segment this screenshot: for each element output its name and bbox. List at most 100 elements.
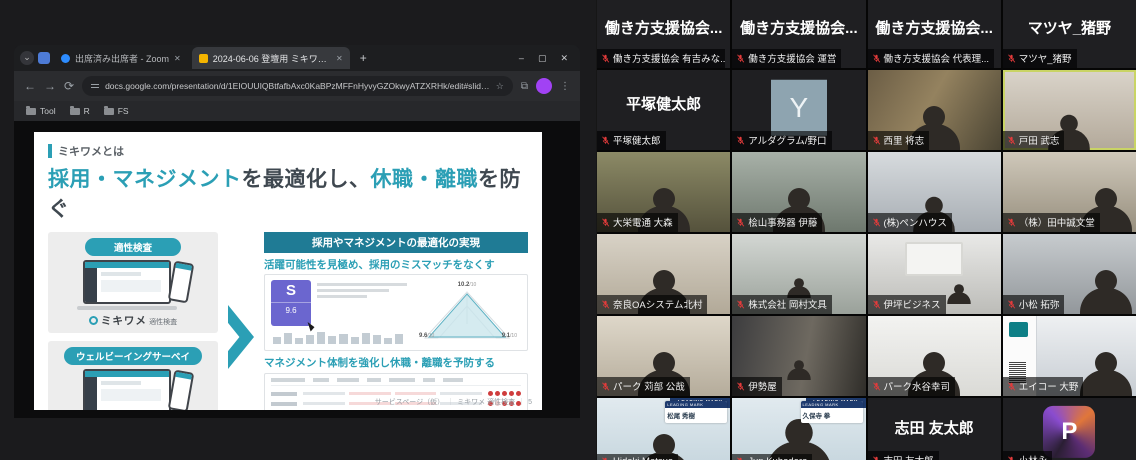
participant-name-label: (株)ペンハウス <box>868 213 952 232</box>
close-button[interactable]: ✕ <box>560 53 568 64</box>
participant-name-label: 戸田 武志 <box>1003 131 1065 150</box>
participant-name-label: Hideki Matsuo <box>597 454 678 460</box>
site-settings-icon[interactable] <box>91 82 99 90</box>
profile-avatar[interactable] <box>536 78 552 94</box>
muted-mic-icon <box>872 382 881 391</box>
person-silhouette <box>947 285 970 305</box>
assessment-screenshot: S 9.6 <box>264 274 528 351</box>
wellbeing-survey-card: ウェルビーイングサーベイ ミキワメ ウェルビーイングサーベイ <box>48 341 218 410</box>
extensions-icon[interactable]: ⧉ <box>521 81 528 92</box>
muted-mic-icon <box>1007 136 1016 145</box>
participant-tile[interactable]: 西里 将志 <box>868 70 1001 150</box>
bookmark-star-icon[interactable]: ☆ <box>496 81 504 92</box>
participant-name-label: Jun Kubodera <box>732 454 812 460</box>
new-tab-button[interactable]: + <box>354 51 373 65</box>
muted-mic-icon <box>1007 300 1016 309</box>
participant-tile[interactable]: 志田 友太郎志田 友太郎 <box>868 398 1001 460</box>
screen-share-region: ⌄ 出席済み出席者 - Zoom ✕ 2024-06-06 登壇用 ミキワメサー… <box>0 0 596 460</box>
participant-name-label: 働き方支援協会 運営 <box>732 49 841 68</box>
participant-name-label: （株）田中誠文堂 <box>1003 213 1100 232</box>
laptop-mockup <box>77 369 189 410</box>
aptitude-test-card: 適性検査 ミキワメ 適性検査 <box>48 232 218 333</box>
bookmark-folder-fs[interactable]: FS <box>104 106 129 116</box>
kicker-accent-bar <box>48 144 52 158</box>
participant-name-label: 働き方支援協会 代表理... <box>868 49 995 68</box>
slide-kicker: ミキワメとは <box>58 143 124 159</box>
optimization-header: 採用やマネジメントの最適化の実現 <box>264 232 528 253</box>
participant-display-name: 働き方支援協会... <box>732 0 865 54</box>
muted-mic-icon <box>872 300 881 309</box>
tab-title: 2024-06-06 登壇用 ミキワメサービ <box>213 52 331 65</box>
participant-tile[interactable]: 戸田 武志 <box>1003 70 1136 150</box>
address-bar[interactable]: docs.google.com/presentation/d/1EIOUUIQB… <box>82 76 513 96</box>
muted-mic-icon <box>1007 456 1016 460</box>
forward-icon[interactable]: → <box>44 79 56 93</box>
muted-mic-icon <box>1007 54 1016 63</box>
muted-mic-icon <box>872 136 881 145</box>
subtitle-management: マネジメント体制を強化し休職・離職を予防する <box>264 355 528 370</box>
participant-tile[interactable]: 働き方支援協会...働き方支援協会 運営 <box>732 0 865 68</box>
browser-toolbar: ← → ⟳ docs.google.com/presentation/d/1EI… <box>14 71 580 101</box>
muted-mic-icon <box>736 382 745 391</box>
participant-tile[interactable]: Yアルダグラム/野口 <box>732 70 865 150</box>
wellbeing-survey-pill: ウェルビーイングサーベイ <box>64 347 202 365</box>
tab-close-icon[interactable]: ✕ <box>174 54 181 63</box>
virtual-nameplate: LEADING MARK松尾 秀樹 <box>665 401 727 423</box>
subtitle-hiring: 活躍可能性を見極め、採用のミスマッチをなくす <box>264 257 528 272</box>
participant-tile[interactable]: エイコー 大野 <box>1003 316 1136 396</box>
browser-menu-icon[interactable]: ⋮ <box>560 81 570 92</box>
tab-zoom-attendees[interactable]: 出席済み出席者 - Zoom ✕ <box>54 48 188 68</box>
participant-tile[interactable]: 平塚健太郎平塚健太郎 <box>597 70 730 150</box>
participant-name-label: 西里 将志 <box>868 131 930 150</box>
tab-close-icon[interactable]: ✕ <box>336 54 343 63</box>
tab-google-slides[interactable]: 2024-06-06 登壇用 ミキワメサービ ✕ <box>192 47 350 69</box>
participant-tile[interactable]: LEADING MARKLEADING MARK松尾 秀樹Hideki Mats… <box>597 398 730 460</box>
presentation-slide: ミキワメとは 採用・マネジメントを最適化し、休職・離職を防ぐ 適性検査 <box>34 132 542 410</box>
muted-mic-icon <box>872 54 881 63</box>
survey-row <box>271 391 521 396</box>
participant-tile[interactable]: 伊勢屋 <box>732 316 865 396</box>
participant-name-label: 小林永 <box>1003 451 1053 460</box>
participant-tile[interactable]: マツヤ_猪野マツヤ_猪野 <box>1003 0 1136 68</box>
virtual-nameplate: LEADING MARK久保寺 拳 <box>801 401 863 423</box>
letter-avatar: Y <box>771 80 827 136</box>
participant-tile[interactable]: 小松 拓弥 <box>1003 234 1136 314</box>
participant-tile[interactable]: パーク水谷幸司 <box>868 316 1001 396</box>
person-silhouette <box>787 360 810 380</box>
participant-tile[interactable]: 大栄電通 大森 <box>597 152 730 232</box>
participant-tile[interactable]: 働き方支援協会...働き方支援協会 代表理... <box>868 0 1001 68</box>
participant-tile[interactable]: 働き方支援協会...働き方支援協会 有吉みな... <box>597 0 730 68</box>
participant-tile[interactable]: 伊坪ビジネス <box>868 234 1001 314</box>
laptop-mockup <box>77 260 189 312</box>
participant-tile[interactable]: P小林永 <box>1003 398 1136 460</box>
person-silhouette <box>1080 270 1132 314</box>
muted-mic-icon <box>1007 382 1016 391</box>
rank-card: S 9.6 <box>271 280 311 326</box>
participant-name-label: アルダグラム/野口 <box>732 131 831 150</box>
participant-tile[interactable]: 株式会社 岡村文具 <box>732 234 865 314</box>
minimize-button[interactable]: – <box>519 53 524 64</box>
bookmark-folder-tool[interactable]: Tool <box>26 106 56 116</box>
pinned-tab-icon[interactable] <box>38 52 50 64</box>
participant-tile[interactable]: （株）田中誠文堂 <box>1003 152 1136 232</box>
participant-name-label: マツヤ_猪野 <box>1003 49 1077 68</box>
radar-chart: 10.2/10 9.6/10 9.1/10 <box>413 280 521 345</box>
back-icon[interactable]: ← <box>24 79 36 93</box>
participant-tile[interactable]: 桧山事務器 伊藤 <box>732 152 865 232</box>
bookmark-folder-r[interactable]: R <box>70 106 90 116</box>
reload-icon[interactable]: ⟳ <box>64 79 74 93</box>
muted-mic-icon <box>872 218 881 227</box>
participant-display-name: 平塚健太郎 <box>597 70 730 136</box>
muted-mic-icon <box>872 456 881 460</box>
tab-search-button[interactable]: ⌄ <box>20 51 34 65</box>
zoom-favicon <box>61 54 70 63</box>
participant-tile[interactable]: 奈良OAシステム北村 <box>597 234 730 314</box>
participant-display-name: マツヤ_猪野 <box>1003 0 1136 54</box>
participant-tile[interactable]: パーク 苅部 公哉 <box>597 316 730 396</box>
participant-name-label: パーク水谷幸司 <box>868 377 956 396</box>
participant-tile[interactable]: LEADING MARKLEADING MARK久保寺 拳Jun Kuboder… <box>732 398 865 460</box>
maximize-button[interactable]: ▢ <box>538 53 547 64</box>
whiteboard <box>905 242 964 276</box>
participant-tile[interactable]: (株)ペンハウス <box>868 152 1001 232</box>
participant-name-label: 平塚健太郎 <box>597 131 666 150</box>
